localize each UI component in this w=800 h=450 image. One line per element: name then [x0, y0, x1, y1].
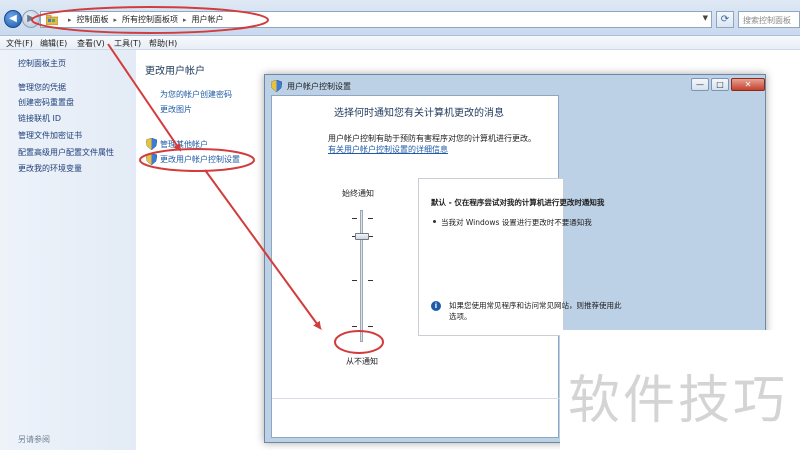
info-icon: i [431, 301, 441, 311]
level-description-box: 默认 - 仅在程序尝试对我的计算机进行更改时通知我 当我对 Windows 设置… [418, 178, 622, 336]
slider-tick [368, 280, 373, 281]
watermark-text: 软件技巧 [568, 371, 789, 431]
close-button[interactable]: ✕ [731, 78, 765, 91]
address-bar: ◀ ▶ ▸ 控制面板 ▸ 所有控制面板项 ▸ 用户帐户 ▼ ⟳ 搜索控制面板 [0, 0, 800, 36]
menu-help[interactable]: 帮助(H) [149, 38, 177, 49]
slider-tick [352, 326, 357, 327]
level-title: 默认 - 仅在程序尝试对我的计算机进行更改时通知我 [431, 198, 605, 207]
refresh-icon[interactable]: ⟳ [716, 11, 734, 28]
never-notify-label: 从不通知 [346, 357, 378, 366]
shield-icon [146, 138, 157, 150]
slider-tick [368, 218, 373, 219]
control-panel-home-link[interactable]: 控制面板主页 [18, 58, 66, 69]
menu-tools[interactable]: 工具(T) [114, 38, 141, 49]
environment-variables-link[interactable]: 更改我的环境变量 [18, 163, 82, 174]
dialog-heading: 选择何时通知您有关计算机更改的消息 [334, 108, 504, 119]
breadcrumb-item[interactable]: 所有控制面板项 [122, 15, 178, 24]
dialog-client: 选择何时通知您有关计算机更改的消息 用户帐户控制有助于预防有害程序对您的计算机进… [271, 95, 622, 438]
slider-tick [352, 280, 357, 281]
change-picture-link[interactable]: 更改图片 [160, 104, 192, 115]
slider-tick [352, 218, 357, 219]
advanced-profile-link[interactable]: 配置高级用户配置文件属性 [18, 147, 114, 158]
create-reset-disk-link[interactable]: 创建密码重置盘 [18, 97, 74, 108]
dialog-description: 用户帐户控制有助于预防有害程序对您的计算机进行更改。 [328, 134, 536, 143]
manage-encryption-certs-link[interactable]: 管理文件加密证书 [18, 130, 82, 141]
minimize-button[interactable]: — [691, 78, 709, 91]
slider-thumb[interactable] [355, 233, 369, 240]
shield-icon [271, 80, 282, 92]
search-input[interactable]: 搜索控制面板 [738, 11, 800, 28]
dialog-title: 用户帐户控制设置 [287, 82, 351, 91]
back-arrow-icon[interactable]: ◀ [4, 10, 22, 28]
menu-view[interactable]: 查看(V) [77, 38, 105, 49]
slider-tick [368, 326, 373, 327]
uac-settings-link[interactable]: 更改用户帐户控制设置 [160, 154, 240, 165]
left-pane: 控制面板主页 管理您的凭据 创建密码重置盘 链接联机 ID 管理文件加密证书 配… [0, 50, 136, 450]
manage-other-accounts-link[interactable]: 管理其他帐户 [160, 139, 208, 150]
breadcrumb-item[interactable]: 控制面板 [77, 15, 109, 24]
bullet-icon [433, 220, 436, 223]
always-notify-label: 始终通知 [342, 189, 374, 198]
shield-icon [146, 153, 157, 165]
address-input[interactable]: ▸ 控制面板 ▸ 所有控制面板项 ▸ 用户帐户 ▼ [40, 11, 712, 28]
divider [272, 398, 560, 399]
notification-slider[interactable] [360, 210, 363, 342]
chevron-down-icon[interactable]: ▼ [703, 14, 708, 22]
maximize-button[interactable]: □ [711, 78, 729, 91]
menu-bar: 文件(F) 编辑(E) 查看(V) 工具(T) 帮助(H) [0, 36, 800, 50]
breadcrumb: ▸ 控制面板 ▸ 所有控制面板项 ▸ 用户帐户 [68, 15, 224, 24]
page-title: 更改用户帐户 [145, 66, 205, 77]
control-panel-icon [46, 15, 58, 25]
breadcrumb-item[interactable]: 用户帐户 [192, 15, 224, 24]
menu-edit[interactable]: 编辑(E) [40, 38, 67, 49]
learn-more-link[interactable]: 有关用户帐户控制设置的详细信息 [328, 144, 448, 155]
link-online-id-link[interactable]: 链接联机 ID [18, 113, 61, 124]
create-password-link[interactable]: 为您的帐户创建密码 [160, 89, 232, 100]
see-also-heading: 另请参阅 [18, 435, 50, 444]
forward-arrow-icon[interactable]: ▶ [22, 10, 40, 28]
menu-file[interactable]: 文件(F) [6, 38, 33, 49]
manage-credentials-link[interactable]: 管理您的凭据 [18, 82, 66, 93]
level-bullet: 当我对 Windows 设置进行更改时不要通知我 [441, 218, 592, 227]
recommendation-text: 如果您使用常见程序和访问常见网站，则推荐使用此 选项。 [449, 301, 622, 321]
